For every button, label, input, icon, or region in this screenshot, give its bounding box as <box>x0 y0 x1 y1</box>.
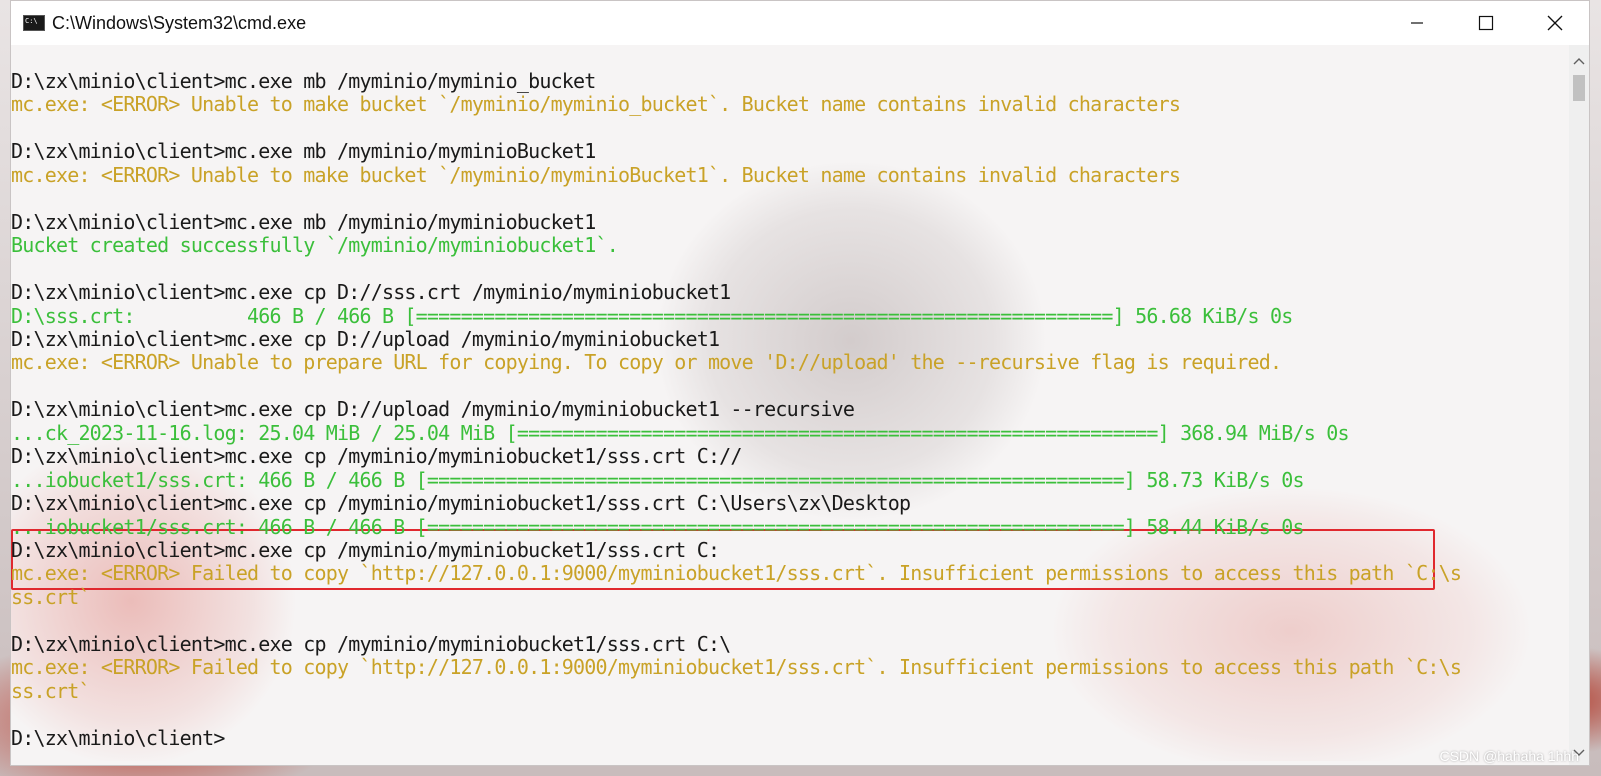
console-line: ...iobucket1/sss.crt: 466 B / 466 B [===… <box>11 514 1305 539</box>
console-line: D:\zx\minio\client>mc.exe mb /myminio/my… <box>11 69 596 93</box>
scroll-up-button[interactable] <box>1569 51 1589 71</box>
console-line: mc.exe: <ERROR> Failed to copy `http://1… <box>11 561 1462 586</box>
console-line: D:\zx\minio\client>mc.exe cp D://sss.crt… <box>11 280 731 305</box>
close-icon <box>1547 15 1562 31</box>
console-line: D:\zx\minio\client>mc.exe cp /myminio/my… <box>11 538 720 562</box>
console-line: D:\zx\minio\client>mc.exe cp /myminio/my… <box>11 631 731 656</box>
console-line: mc.exe: <ERROR> Unable to make bucket `/… <box>11 162 1181 187</box>
minimize-button[interactable] <box>1382 1 1451 45</box>
console-line: mc.exe: <ERROR> Unable to make bucket `/… <box>11 92 1181 117</box>
window-controls <box>1382 1 1589 45</box>
scroll-thumb[interactable] <box>1573 75 1585 101</box>
console-line: ss.crt` <box>11 678 90 703</box>
vertical-scrollbar[interactable] <box>1569 45 1589 765</box>
console-line: D:\sss.crt: 466 B / 466 B [=============… <box>11 303 1293 328</box>
cmd-window: C:\Windows\System32\cmd.exe D:\zx\minio\… <box>10 0 1590 766</box>
console-line: ...ck_2023-11-16.log: 25.04 MiB / 25.04 … <box>11 420 1349 445</box>
console-line: D:\zx\minio\client>mc.exe cp D://upload … <box>11 397 855 422</box>
console-line: mc.exe: <ERROR> Unable to prepare URL fo… <box>11 350 1282 375</box>
close-button[interactable] <box>1520 1 1589 45</box>
maximize-icon <box>1478 15 1493 31</box>
console-line: mc.exe: <ERROR> Failed to copy `http://1… <box>11 655 1462 680</box>
watermark: CSDN @hahaha 1hhh <box>1439 748 1579 764</box>
cmd-app-icon[interactable] <box>23 15 45 31</box>
maximize-button[interactable] <box>1451 1 1520 45</box>
title-bar[interactable]: C:\Windows\System32\cmd.exe <box>11 1 1589 45</box>
console-line: D:\zx\minio\client>mc.exe cp /myminio/my… <box>11 491 911 516</box>
chevron-up-icon <box>1573 58 1585 65</box>
console-line: D:\zx\minio\client>mc.exe cp /myminio/my… <box>11 444 742 469</box>
console-line: D:\zx\minio\client>mc.exe cp D://upload … <box>11 326 720 351</box>
console-line: ss.crt` <box>11 584 90 609</box>
console-line: D:\zx\minio\client>mc.exe mb /myminio/my… <box>11 139 596 164</box>
console-line: Bucket created successfully `/myminio/my… <box>11 233 619 258</box>
console-line: ...iobucket1/sss.crt: 466 B / 466 B [===… <box>11 467 1305 492</box>
minimize-icon <box>1410 22 1423 24</box>
console-line: D:\zx\minio\client> <box>11 725 225 750</box>
console-line: D:\zx\minio\client>mc.exe mb /myminio/my… <box>11 209 596 234</box>
console-output[interactable]: D:\zx\minio\client>mc.exe mb /myminio/my… <box>11 45 1533 765</box>
window-title: C:\Windows\System32\cmd.exe <box>52 12 307 33</box>
